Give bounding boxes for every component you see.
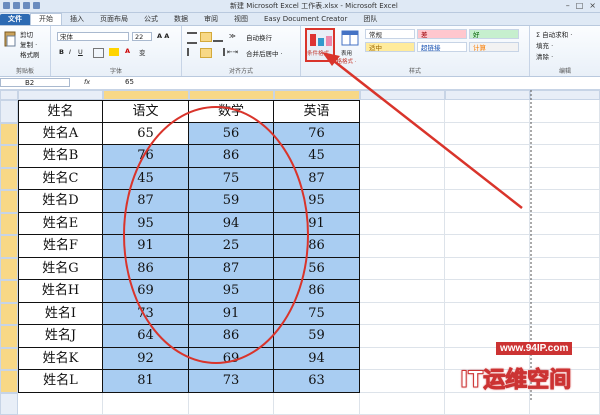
annotation-arrow-line [330, 58, 522, 208]
annotation-ellipse [124, 107, 308, 363]
watermark: www.94IP.com IT运维空间 [458, 342, 598, 398]
watermark-brand: IT运维空间 [460, 362, 571, 394]
annotation-overlay [0, 0, 600, 400]
watermark-url: www.94IP.com [496, 342, 572, 355]
